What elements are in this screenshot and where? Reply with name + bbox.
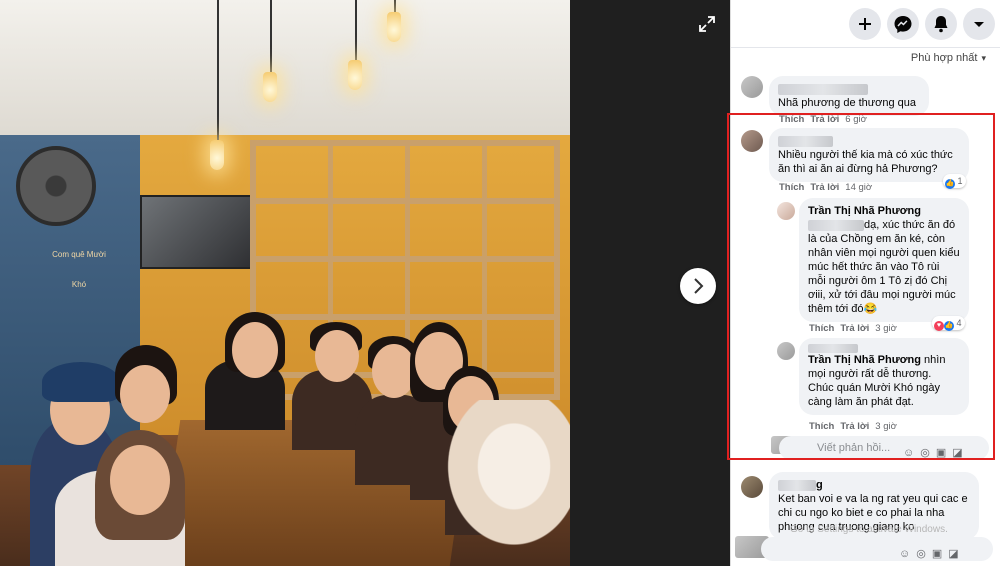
gif-icon[interactable]: ▣ — [936, 447, 952, 459]
photo-logo: Com quê Mười Khó — [52, 250, 106, 289]
lamp — [210, 140, 224, 170]
reply-link[interactable]: Trả lời — [810, 114, 839, 125]
commenter-name-blurred[interactable] — [778, 83, 868, 95]
photo-flowers — [430, 400, 570, 566]
top-bar — [731, 0, 1000, 48]
next-photo-button[interactable] — [680, 268, 716, 304]
sticker-icon[interactable]: ◪ — [948, 548, 964, 560]
like-link[interactable]: Thích — [809, 421, 834, 432]
create-button[interactable] — [849, 8, 881, 40]
mention-blurred[interactable] — [808, 344, 858, 353]
comment-actions: Thích Trả lời 6 giờ — [779, 114, 867, 125]
person — [120, 365, 170, 423]
lamp — [387, 12, 401, 42]
reply-link[interactable]: Trả lời — [840, 421, 869, 432]
chevron-down-icon — [974, 22, 984, 27]
avatar[interactable] — [741, 130, 763, 152]
reaction-number: 4 — [956, 318, 962, 328]
reply-tools: ☺◎▣◪ — [903, 441, 969, 465]
comment-actions: Thích Trả lời 3 giờ — [809, 421, 897, 432]
account-menu-button[interactable] — [963, 8, 995, 40]
reply-link[interactable]: Trả lời — [840, 323, 869, 334]
comment-time[interactable]: 3 giờ — [875, 323, 897, 334]
lamp — [263, 72, 277, 102]
bell-icon — [934, 16, 948, 33]
like-link[interactable]: Thích — [779, 114, 804, 125]
commenter-name-suffix[interactable]: g — [816, 479, 823, 491]
camera-icon[interactable]: ◎ — [920, 447, 936, 459]
photo-fan — [16, 146, 96, 226]
expand-icon-graphic — [699, 16, 715, 32]
like-reaction-icon: 👍 — [945, 179, 955, 189]
messenger-icon — [894, 16, 912, 33]
chevron-right-icon — [694, 278, 704, 294]
comment-text: Nhiều người thế kia mà có xúc thức ăn th… — [778, 149, 953, 175]
reply-input[interactable]: Viết phản hồi... ☺◎▣◪ — [779, 436, 989, 460]
person — [232, 322, 278, 378]
avatar[interactable] — [741, 76, 763, 98]
reaction-count[interactable]: ♥ 👍 4 — [932, 316, 965, 331]
messenger-button[interactable] — [887, 8, 919, 40]
comment-time[interactable]: 3 giờ — [875, 421, 897, 432]
photo-ceiling — [0, 0, 570, 135]
lamp-cord — [270, 0, 272, 72]
sticker-icon[interactable]: ◪ — [952, 447, 968, 459]
heart-reaction-icon: ♥ — [934, 321, 944, 331]
reaction-count[interactable]: 👍 1 — [943, 174, 966, 189]
comment-time[interactable]: 6 giờ — [845, 114, 867, 125]
person — [315, 330, 359, 382]
photo: Com quê Mười Khó — [0, 0, 570, 566]
photo-viewer-page: Com quê Mười Khó Phù hợp nhất ▾ Nhã phươ… — [0, 0, 1000, 566]
person-cap — [42, 362, 120, 402]
lamp-cord — [394, 0, 396, 12]
like-link[interactable]: Thích — [779, 182, 804, 193]
comment-input[interactable]: ☺◎▣◪ — [761, 537, 993, 561]
lamp — [348, 60, 362, 90]
reply-link[interactable]: Trả lời — [810, 182, 839, 193]
expand-icon[interactable] — [694, 14, 720, 40]
comment-actions: Thích Trả lời 3 giờ — [809, 323, 897, 334]
camera-icon[interactable]: ◎ — [916, 548, 932, 560]
lamp-cord — [355, 0, 357, 60]
sort-dropdown[interactable]: Phù hợp nhất ▾ — [911, 52, 986, 64]
sort-label: Phù hợp nhất — [910, 52, 978, 64]
emoji-icon[interactable]: ☺ — [899, 548, 916, 560]
avatar[interactable] — [777, 202, 795, 220]
lamp-cord — [217, 0, 219, 140]
like-reaction-icon: 👍 — [944, 321, 954, 331]
photo-painting — [140, 195, 252, 269]
avatar[interactable] — [777, 342, 795, 360]
plus-icon — [859, 18, 871, 30]
person — [110, 445, 170, 515]
comment-text: Nhã phương de thương qua — [778, 97, 917, 109]
avatar[interactable] — [741, 476, 763, 498]
reply-bubble: Trần Thị Nhã Phương dạ, xúc thức ăn đó l… — [799, 198, 969, 322]
notifications-button[interactable] — [925, 8, 957, 40]
reply-text: Trần Thị Nhã Phương nhìn mọi người rất d… — [808, 353, 960, 409]
commenter-name-blurred[interactable] — [778, 135, 833, 147]
comments-panel: Phù hợp nhất ▾ Nhã phương de thương qua T… — [730, 0, 1000, 566]
windows-activation-watermark: Go to Settings to activate Windows. — [790, 524, 948, 535]
reaction-number: 1 — [957, 176, 963, 186]
comment-bubble: Nhã phương de thương qua — [769, 76, 929, 116]
reply-bubble: Trần Thị Nhã Phương nhìn mọi người rất d… — [799, 338, 969, 415]
comment-tools: ☺◎▣◪ — [899, 542, 965, 566]
reply-text: dạ, xúc thức ăn đó là của Chồng em ăn ké… — [808, 218, 960, 316]
like-link[interactable]: Thích — [809, 323, 834, 334]
comment-actions: Thích Trả lời 14 giờ — [779, 182, 872, 193]
emoji-icon[interactable]: ☺ — [903, 447, 920, 459]
chevron-down-icon: ▾ — [981, 53, 986, 63]
comment-time[interactable]: 14 giờ — [845, 182, 872, 193]
reply-author[interactable]: Trần Thị Nhã Phương — [808, 354, 921, 366]
gif-icon[interactable]: ▣ — [932, 548, 948, 560]
photo-viewer: Com quê Mười Khó — [0, 0, 730, 566]
commenter-name-blurred[interactable] — [778, 479, 816, 491]
mention-blurred[interactable] — [808, 219, 864, 231]
reply-text-body: dạ, xúc thức ăn đó là của Chồng em ăn ké… — [808, 219, 960, 315]
reply-author[interactable]: Trần Thị Nhã Phương — [808, 204, 960, 218]
comment-bubble: Nhiều người thế kia mà có xúc thức ăn th… — [769, 128, 969, 182]
reply-placeholder: Viết phản hồi... — [817, 442, 891, 454]
